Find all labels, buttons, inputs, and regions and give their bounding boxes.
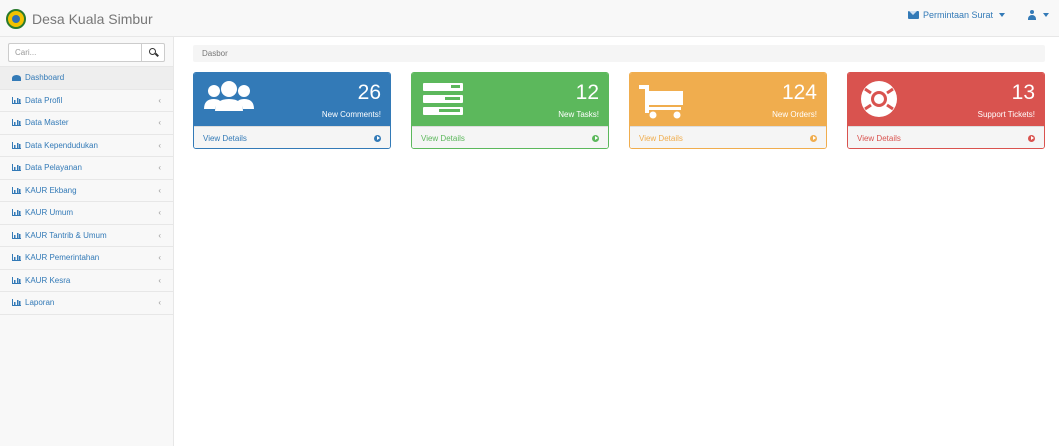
sidebar-item-data-master[interactable]: Data Master ‹ [0,112,173,135]
sidebar-item-data-profil[interactable]: Data Profil ‹ [0,90,173,112]
arrow-circle-right-icon [592,134,599,142]
panel-heading: 12 New Tasks! [412,73,608,126]
chevron-left-icon: ‹ [158,230,161,240]
arrow-circle-right-icon [810,134,817,142]
sidebar-item-label: KAUR Ekbang [25,185,77,195]
bar-chart-icon [12,299,21,307]
chevron-left-icon: ‹ [158,140,161,150]
chevron-left-icon: ‹ [158,118,161,128]
view-details-label: View Details [857,133,901,143]
tasks-panel: 12 New Tasks! View Details [411,72,609,149]
shopping-cart-icon [639,85,683,119]
sidebar: Dashboard Data Profil ‹ Data Master ‹ Da… [0,37,174,446]
sidebar-item-label: KAUR Umum [25,208,74,218]
sidebar-item-laporan[interactable]: Laporan ‹ [0,292,173,315]
sidebar-item-kaur-umum[interactable]: KAUR Umum ‹ [0,202,173,225]
bar-chart-icon [12,276,21,284]
orders-caption: New Orders! [772,110,817,119]
bar-chart-icon [12,186,21,194]
orders-count: 124 [781,81,817,104]
envelope-icon [907,11,919,19]
tasks-count: 12 [575,81,599,104]
dashboard-icon [12,74,21,81]
navbar-right: Permintaan Surat [907,10,1049,20]
requests-dropdown[interactable]: Permintaan Surat [907,10,1005,20]
search-button[interactable] [141,43,165,62]
user-icon [1027,10,1037,20]
view-details-label: View Details [639,133,683,143]
brand[interactable]: Desa Kuala Simbur [6,8,153,30]
sidebar-item-kaur-tantrib[interactable]: KAUR Tantrib & Umum ‹ [0,225,173,247]
bar-chart-icon [12,141,21,149]
comments-view-details[interactable]: View Details [194,126,390,148]
bar-chart-icon [12,96,21,104]
view-details-label: View Details [203,133,247,143]
sidebar-item-label: Data Profil [25,95,63,105]
bar-chart-icon [12,254,21,262]
comments-caption: New Comments! [321,110,381,119]
chevron-left-icon: ‹ [158,208,161,218]
search-input[interactable] [8,43,141,62]
comments-panel: 26 New Comments! View Details [193,72,391,149]
chevron-left-icon: ‹ [158,185,161,195]
sidebar-item-kaur-pemerintahan[interactable]: KAUR Pemerintahan ‹ [0,247,173,270]
tasks-icon [423,83,463,115]
sidebar-item-dashboard[interactable]: Dashboard [0,67,173,90]
chevron-left-icon: ‹ [158,253,161,263]
bar-chart-icon [12,164,21,172]
sidebar-item-kaur-ekbang[interactable]: KAUR Ekbang ‹ [0,180,173,202]
bar-chart-icon [12,209,21,217]
breadcrumb: Dasbor [193,45,1045,62]
chevron-left-icon: ‹ [158,275,161,285]
panel-heading: 26 New Comments! [194,73,390,126]
sidebar-search [0,37,173,67]
top-navbar: Desa Kuala Simbur Permintaan Surat [0,0,1059,37]
support-panel: 13 Support Tickets! View Details [847,72,1045,149]
sidebar-item-data-kependudukan[interactable]: Data Kependudukan ‹ [0,135,173,157]
chevron-left-icon: ‹ [158,95,161,105]
tasks-caption: New Tasks! [558,110,599,119]
village-emblem-icon [6,9,26,29]
caret-down-icon [999,13,1005,17]
sidebar-item-label: Data Pelayanan [25,163,82,173]
support-caption: Support Tickets! [977,110,1035,119]
sidebar-item-label: Laporan [25,298,55,308]
view-details-label: View Details [421,133,465,143]
tasks-view-details[interactable]: View Details [412,126,608,148]
support-view-details[interactable]: View Details [848,126,1044,148]
sidebar-item-data-pelayanan[interactable]: Data Pelayanan ‹ [0,157,173,180]
caret-down-icon [1043,13,1049,17]
orders-view-details[interactable]: View Details [630,126,826,148]
sidebar-item-label: Data Master [25,118,69,128]
bar-chart-icon [12,231,21,239]
brand-title: Desa Kuala Simbur [32,11,153,27]
orders-panel: 124 New Orders! View Details [629,72,827,149]
sidebar-menu: Dashboard Data Profil ‹ Data Master ‹ Da… [0,67,173,315]
comments-count: 26 [357,81,381,104]
requests-label: Permintaan Surat [922,10,993,20]
user-dropdown[interactable] [1027,10,1049,20]
support-count: 13 [1011,81,1035,104]
chevron-left-icon: ‹ [158,298,161,308]
bar-chart-icon [12,119,21,127]
sidebar-item-label: Data Kependudukan [25,140,98,150]
users-icon [204,81,254,111]
arrow-circle-right-icon [1028,134,1035,142]
sidebar-item-kaur-kesra[interactable]: KAUR Kesra ‹ [0,270,173,292]
search-icon [149,48,156,55]
arrow-circle-right-icon [374,134,381,142]
panel-heading: 124 New Orders! [630,73,826,126]
sidebar-item-label: KAUR Tantrib & Umum [25,230,107,240]
life-ring-icon [861,81,897,117]
chevron-left-icon: ‹ [158,163,161,173]
sidebar-item-label: Dashboard [25,73,65,83]
panel-heading: 13 Support Tickets! [848,73,1044,126]
sidebar-item-label: KAUR Pemerintahan [25,253,100,263]
sidebar-item-label: KAUR Kesra [25,275,71,285]
